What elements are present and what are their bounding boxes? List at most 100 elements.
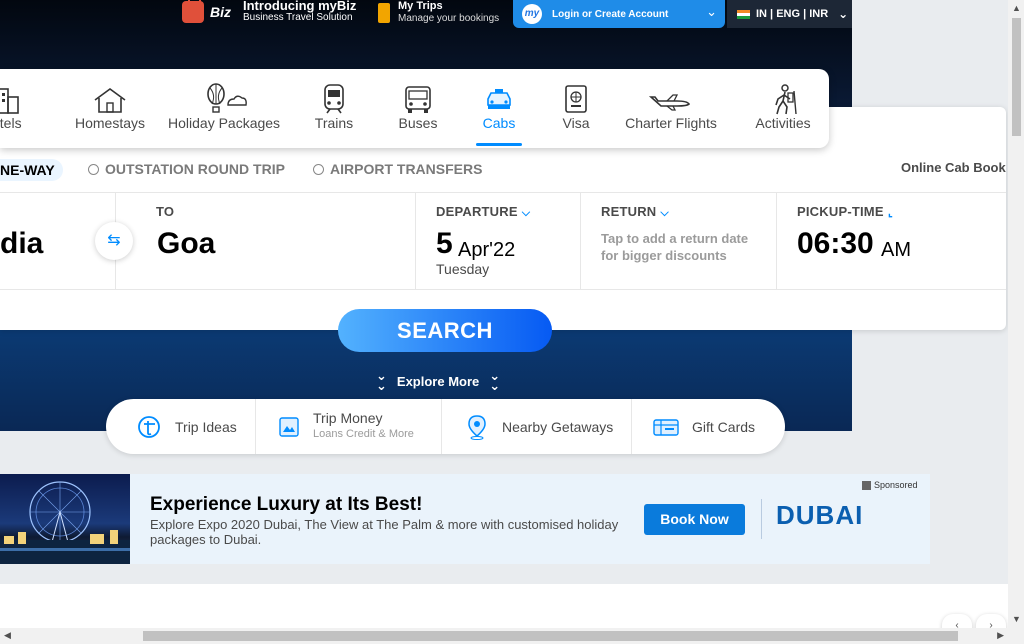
- nav-item-hotels[interactable]: otels: [0, 69, 30, 148]
- double-chevron-down-icon: ⌄ ⌄: [489, 368, 501, 393]
- return-field[interactable]: RETURN ⌵ Tap to add a return date for big…: [581, 193, 777, 289]
- my-trips-link[interactable]: My Trips Manage your bookings: [378, 0, 499, 25]
- ad-description: Explore Expo 2020 Dubai, The View at The…: [150, 517, 619, 547]
- to-label: TO: [156, 204, 175, 219]
- chevron-down-icon: ⌵: [660, 207, 669, 219]
- horizontal-scroll-thumb[interactable]: [143, 631, 958, 641]
- trip-type-airport[interactable]: AIRPORT TRANSFERS: [313, 161, 482, 177]
- pickup-time-field[interactable]: PICKUP-TIME ⌞ 06:30 AM: [777, 193, 1006, 289]
- ad-title: Experience Luxury at Its Best!: [150, 494, 423, 515]
- return-label: RETURN ⌵: [601, 204, 669, 220]
- quick-link-trip-ideas[interactable]: Trip Ideas: [136, 399, 237, 454]
- quick-link-nearby-getaways[interactable]: Nearby Getaways: [466, 399, 613, 454]
- chevron-down-icon: ⌵: [521, 207, 531, 219]
- pickup-ampm: AM: [881, 239, 911, 261]
- explore-more-toggle[interactable]: ⌄ ⌄ Explore More ⌄ ⌄: [376, 368, 501, 393]
- departure-weekday: Tuesday: [436, 261, 490, 277]
- horizontal-scrollbar[interactable]: ◀ ▶: [0, 628, 1008, 644]
- quick-link-trip-money[interactable]: Trip Money Loans Credit & More: [278, 399, 414, 454]
- search-fields: dia TO Goa DEPARTURE ⌵ 5 Apr'22 Tuesday R…: [0, 192, 1006, 290]
- gift-card-icon: [653, 418, 679, 436]
- trip-type-label: AIRPORT TRANSFERS: [330, 161, 483, 177]
- nav-label: otels: [0, 115, 22, 131]
- nav-label: Trains: [314, 115, 354, 131]
- return-hint: Tap to add a return date for bigger disc…: [601, 231, 749, 263]
- sponsored-tag: Sponsored: [862, 480, 918, 490]
- trip-type-outstation[interactable]: OUTSTATION ROUND TRIP: [88, 161, 285, 177]
- avatar-icon: my: [522, 4, 542, 24]
- pickup-label: PICKUP-TIME ⌞: [797, 204, 893, 219]
- chevron-down-icon: ⌄: [838, 7, 849, 21]
- hotel-icon: [0, 88, 19, 114]
- nav-item-activities[interactable]: Activities: [750, 69, 816, 148]
- online-cab-heading: Online Cab Book: [901, 160, 1006, 175]
- nav-item-homestays[interactable]: Homestays: [72, 69, 148, 148]
- chevron-down-icon: ⌄: [706, 4, 717, 19]
- pickup-time: 06:30: [797, 227, 874, 260]
- explore-more-label: Explore More: [396, 373, 480, 389]
- scroll-up-arrow-icon[interactable]: ▲: [1012, 3, 1021, 13]
- nav-label: Holiday Packages: [168, 115, 281, 131]
- nav-item-visa[interactable]: Visa: [556, 69, 596, 148]
- locale-label: IN | ENG | INR: [756, 8, 829, 20]
- locale-selector[interactable]: IN | ENG | INR ⌄: [727, 0, 852, 28]
- dubai-logo: DUBAI: [776, 500, 864, 530]
- sponsored-icon: [862, 480, 871, 490]
- search-button[interactable]: SEARCH: [338, 309, 552, 352]
- swap-icon[interactable]: ⇆: [95, 222, 133, 260]
- mybiz-title: Introducing myBiz: [243, 0, 357, 13]
- departure-label-text: DEPARTURE: [436, 204, 518, 219]
- scroll-left-arrow-icon[interactable]: ◀: [4, 630, 11, 641]
- nav-item-holiday-packages[interactable]: Holiday Packages: [168, 69, 280, 148]
- homestay-icon: [94, 88, 126, 113]
- pickup-label-text: PICKUP-TIME: [797, 204, 884, 219]
- divider: [441, 399, 442, 454]
- scroll-right-arrow-icon[interactable]: ▶: [997, 630, 1004, 641]
- briefcase-icon: [182, 0, 204, 23]
- quick-links-bar: Trip Ideas Trip Money Loans Credit & Mor…: [106, 399, 785, 454]
- nav-item-buses[interactable]: Buses: [394, 69, 442, 148]
- departure-label: DEPARTURE ⌵: [436, 204, 530, 220]
- departure-field[interactable]: DEPARTURE ⌵ 5 Apr'22 Tuesday: [416, 193, 581, 289]
- my-trips-title: My Trips: [398, 0, 443, 12]
- nav-item-trains[interactable]: Trains: [308, 69, 360, 148]
- location-pin-icon: [468, 414, 486, 440]
- book-now-button[interactable]: Book Now: [644, 504, 745, 535]
- login-button[interactable]: my Login or Create Account ⌄: [513, 0, 725, 28]
- quick-link-sublabel: Loans Credit & More: [313, 428, 414, 440]
- nav-item-charter-flights[interactable]: Charter Flights: [620, 69, 722, 148]
- divider: [255, 399, 256, 454]
- radio-icon: [313, 163, 324, 175]
- nav-label: Charter Flights: [625, 115, 717, 131]
- nav-label: Homestays: [74, 115, 146, 131]
- chevron-down-icon: ⌞: [887, 207, 894, 219]
- trip-type-oneway[interactable]: NE-WAY: [0, 159, 63, 181]
- cab-icon: [487, 89, 511, 109]
- sponsored-banner[interactable]: Experience Luxury at Its Best! Explore E…: [0, 474, 930, 564]
- suitcase-icon: [378, 3, 390, 23]
- quick-link-label: Nearby Getaways: [502, 418, 614, 435]
- passport-icon: [565, 85, 587, 113]
- sponsored-label: Sponsored: [874, 480, 918, 490]
- ferris-wheel-image: [0, 481, 130, 564]
- india-flag-icon: [737, 9, 750, 19]
- scroll-down-arrow-icon[interactable]: ▼: [1012, 614, 1021, 624]
- train-icon: [324, 84, 344, 114]
- nav-label: Buses: [398, 115, 438, 131]
- nav-item-cabs[interactable]: Cabs: [476, 69, 522, 148]
- departure-day: 5: [436, 227, 453, 260]
- to-field[interactable]: TO Goa: [116, 193, 416, 289]
- nav-label: Activities: [755, 115, 811, 131]
- mybiz-badge: Biz: [210, 4, 231, 20]
- vertical-scroll-thumb[interactable]: [1012, 18, 1021, 136]
- quick-link-gift-cards[interactable]: Gift Cards: [653, 399, 755, 454]
- divider: [761, 499, 762, 539]
- vertical-scrollbar[interactable]: ▲ ▼: [1008, 0, 1024, 644]
- quick-link-label: Trip Ideas: [175, 418, 237, 435]
- product-nav: otels Homestays Holiday Packages Trains …: [0, 69, 829, 148]
- nav-label: Visa: [562, 115, 590, 131]
- mybiz-promo[interactable]: Biz Introducing myBiz Business Travel So…: [182, 0, 356, 24]
- holiday-balloon-icon: [207, 83, 247, 113]
- trip-type-label: OUTSTATION ROUND TRIP: [105, 161, 285, 177]
- nav-label: Cabs: [482, 115, 516, 131]
